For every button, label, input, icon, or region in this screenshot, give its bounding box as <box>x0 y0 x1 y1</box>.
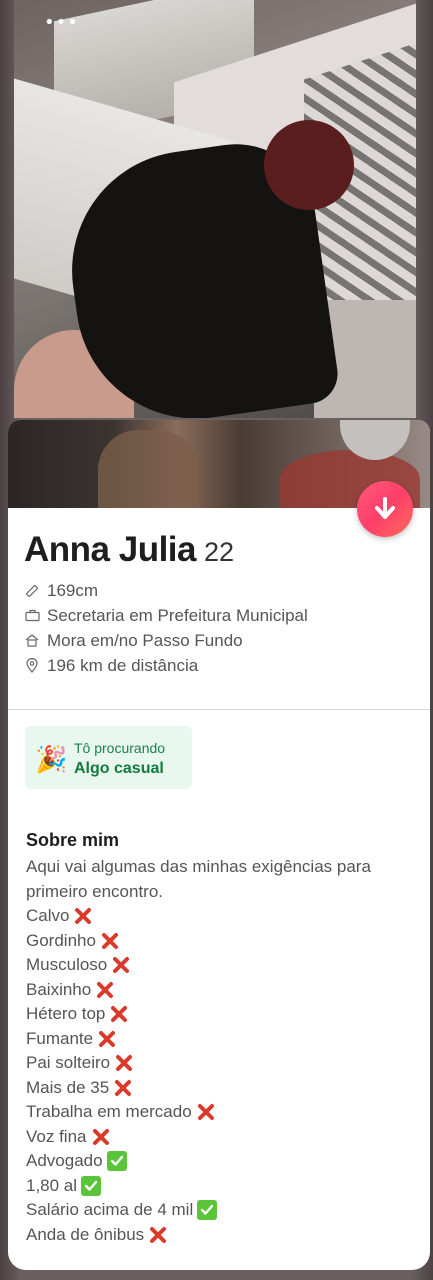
briefcase-icon <box>24 608 40 624</box>
requirements-list: Calvo Gordinho Musculoso Baixinho Hétero top… <box>26 904 421 1247</box>
requirement-item: Baixinho <box>26 978 421 1003</box>
divider <box>8 709 430 710</box>
about-intro: Aqui vai algumas das minhas exigências p… <box>26 857 371 901</box>
about-section: Sobre mim Aqui vai algumas das minhas ex… <box>26 830 421 1247</box>
requirement-text: Baixinho <box>26 979 92 999</box>
check-mark-icon <box>106 1151 127 1172</box>
requirement-text: Voz fina <box>26 1126 87 1146</box>
profile-age: 22 <box>203 537 235 567</box>
height-text: 169cm <box>47 580 99 600</box>
cross-mark-icon <box>148 1225 168 1245</box>
requirement-text: Hétero top <box>26 1004 106 1023</box>
requirement-text: Mais de 35 <box>26 1077 110 1097</box>
requirement-text: Fumante <box>26 1028 94 1048</box>
requirement-text: Pai solteiro <box>26 1053 111 1072</box>
requirement-text: Advogado <box>26 1151 103 1170</box>
photo-hair <box>264 120 354 210</box>
height-row: 169cm <box>24 578 308 603</box>
requirement-item: Voz fina <box>26 1125 421 1150</box>
cross-mark-icon <box>97 1029 117 1049</box>
requirement-text: Musculoso <box>26 955 108 974</box>
check-mark-icon <box>81 1175 102 1196</box>
requirement-item: Calvo <box>26 904 421 929</box>
looking-for-value: Algo casual <box>74 760 164 777</box>
requirement-item: Anda de ônibus <box>26 1223 421 1248</box>
lives-row: Mora em/no Passo Fundo <box>24 628 308 653</box>
location-pin-icon <box>24 658 40 674</box>
cross-mark-icon <box>100 931 120 951</box>
photo-arm <box>98 430 198 508</box>
party-popper-icon: 🎉 <box>35 744 68 774</box>
distance-row: 196 km de distância <box>24 653 308 678</box>
requirement-item: Hétero top <box>26 1002 421 1027</box>
job-text: Secretaria em Prefeitura Municipal <box>47 605 308 625</box>
collapse-profile-button[interactable] <box>357 481 413 537</box>
profile-card: Anna Julia 22 169cm Secretaria em Prefei… <box>8 420 430 1270</box>
arrow-down-icon <box>375 497 395 519</box>
requirement-item: Gordinho <box>26 929 421 954</box>
looking-for-label: Tô procurando <box>74 740 166 756</box>
requirement-text: Salário acima de 4 mil <box>26 1200 194 1219</box>
cross-mark-icon <box>196 1102 216 1122</box>
requirement-item: Advogado <box>26 1149 421 1174</box>
requirement-item: Salário acima de 4 mil <box>26 1198 421 1223</box>
requirement-item: Fumante <box>26 1027 421 1052</box>
cross-mark-icon <box>91 1127 111 1147</box>
check-mark-icon <box>197 1200 218 1221</box>
lives-text: Mora em/no Passo Fundo <box>47 630 243 650</box>
ruler-icon <box>24 583 40 599</box>
distance-text: 196 km de distância <box>47 655 199 675</box>
home-icon <box>24 633 40 649</box>
looking-for-badge: 🎉 Tô procurando Algo casual <box>25 726 192 789</box>
requirement-item: Trabalha em mercado <box>26 1100 421 1125</box>
profile-photo[interactable]: ••• <box>14 0 416 418</box>
profile-info: 169cm Secretaria em Prefeitura Municipal… <box>24 578 308 678</box>
about-title: Sobre mim <box>26 830 120 850</box>
requirement-item: Mais de 35 <box>26 1076 421 1101</box>
cross-mark-icon <box>109 1004 129 1024</box>
requirement-text: Calvo <box>26 906 70 925</box>
name-row: Anna Julia 22 <box>24 530 234 570</box>
requirement-text: Gordinho <box>26 930 96 950</box>
requirement-item: 1,80 al <box>26 1174 421 1199</box>
requirement-item: Musculoso <box>26 953 421 978</box>
profile-name: Anna Julia <box>24 530 196 569</box>
job-row: Secretaria em Prefeitura Municipal <box>24 603 308 628</box>
requirement-item: Pai solteiro <box>26 1051 421 1076</box>
requirement-text: 1,80 al <box>26 1175 78 1195</box>
cross-mark-icon <box>73 906 93 926</box>
cross-mark-icon <box>95 980 115 1000</box>
cross-mark-icon <box>113 1078 133 1098</box>
requirement-text: Anda de ônibus <box>26 1224 145 1244</box>
more-dots-icon[interactable]: ••• <box>44 12 79 33</box>
cross-mark-icon <box>114 1053 134 1073</box>
cross-mark-icon <box>111 955 131 975</box>
requirement-text: Trabalha em mercado <box>26 1102 192 1121</box>
